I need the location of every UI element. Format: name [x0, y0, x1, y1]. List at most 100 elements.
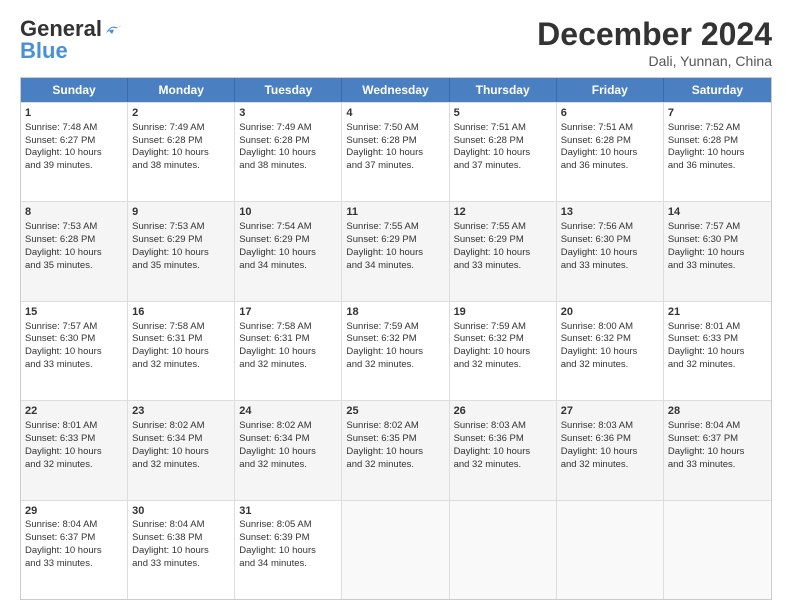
- day-info-line: and 38 minutes.: [239, 160, 337, 173]
- day-cell-2: 2Sunrise: 7:49 AMSunset: 6:28 PMDaylight…: [128, 103, 235, 201]
- day-cell-13: 13Sunrise: 7:56 AMSunset: 6:30 PMDayligh…: [557, 202, 664, 300]
- day-info-line: Sunrise: 7:52 AM: [668, 122, 767, 135]
- day-info-line: and 32 minutes.: [25, 459, 123, 472]
- day-info-line: Daylight: 10 hours: [25, 346, 123, 359]
- day-info-line: Sunset: 6:30 PM: [668, 234, 767, 247]
- day-info-line: Daylight: 10 hours: [561, 346, 659, 359]
- day-info-line: and 33 minutes.: [454, 260, 552, 273]
- day-info-line: and 35 minutes.: [132, 260, 230, 273]
- day-info-line: Daylight: 10 hours: [239, 346, 337, 359]
- header-day-wednesday: Wednesday: [342, 78, 449, 102]
- page: General Blue December 2024 Dali, Yunnan,…: [0, 0, 792, 612]
- day-info-line: Sunrise: 8:03 AM: [561, 420, 659, 433]
- day-info-line: and 32 minutes.: [346, 359, 444, 372]
- day-info-line: and 34 minutes.: [239, 260, 337, 273]
- day-info-line: Daylight: 10 hours: [561, 247, 659, 260]
- day-cell-1: 1Sunrise: 7:48 AMSunset: 6:27 PMDaylight…: [21, 103, 128, 201]
- day-number: 21: [668, 305, 767, 320]
- day-number: 14: [668, 205, 767, 220]
- day-info-line: and 32 minutes.: [239, 359, 337, 372]
- logo-bird-icon: [104, 23, 122, 37]
- header-day-sunday: Sunday: [21, 78, 128, 102]
- day-cell-31: 31Sunrise: 8:05 AMSunset: 6:39 PMDayligh…: [235, 501, 342, 599]
- day-number: 7: [668, 106, 767, 121]
- day-info-line: Sunrise: 8:04 AM: [132, 519, 230, 532]
- day-info-line: and 32 minutes.: [454, 459, 552, 472]
- day-cell-11: 11Sunrise: 7:55 AMSunset: 6:29 PMDayligh…: [342, 202, 449, 300]
- day-cell-6: 6Sunrise: 7:51 AMSunset: 6:28 PMDaylight…: [557, 103, 664, 201]
- day-cell-29: 29Sunrise: 8:04 AMSunset: 6:37 PMDayligh…: [21, 501, 128, 599]
- day-cell-23: 23Sunrise: 8:02 AMSunset: 6:34 PMDayligh…: [128, 401, 235, 499]
- day-number: 25: [346, 404, 444, 419]
- day-info-line: Daylight: 10 hours: [25, 147, 123, 160]
- day-number: 29: [25, 504, 123, 519]
- day-cell-18: 18Sunrise: 7:59 AMSunset: 6:32 PMDayligh…: [342, 302, 449, 400]
- day-info-line: and 32 minutes.: [561, 359, 659, 372]
- day-number: 5: [454, 106, 552, 121]
- day-number: 2: [132, 106, 230, 121]
- day-info-line: Sunset: 6:36 PM: [454, 433, 552, 446]
- day-info-line: Daylight: 10 hours: [346, 346, 444, 359]
- day-number: 24: [239, 404, 337, 419]
- day-info-line: Sunrise: 7:51 AM: [454, 122, 552, 135]
- day-info-line: Daylight: 10 hours: [239, 545, 337, 558]
- day-info-line: and 32 minutes.: [132, 459, 230, 472]
- calendar-title: December 2024: [537, 16, 772, 53]
- day-info-line: Daylight: 10 hours: [454, 446, 552, 459]
- title-block: December 2024 Dali, Yunnan, China: [537, 16, 772, 69]
- day-info-line: Sunset: 6:35 PM: [346, 433, 444, 446]
- day-info-line: Sunrise: 8:04 AM: [25, 519, 123, 532]
- day-info-line: Daylight: 10 hours: [668, 346, 767, 359]
- day-info-line: and 32 minutes.: [454, 359, 552, 372]
- day-info-line: Sunset: 6:31 PM: [239, 333, 337, 346]
- day-number: 20: [561, 305, 659, 320]
- day-info-line: Daylight: 10 hours: [454, 346, 552, 359]
- day-info-line: Sunrise: 7:49 AM: [132, 122, 230, 135]
- day-info-line: Daylight: 10 hours: [668, 446, 767, 459]
- day-cell-24: 24Sunrise: 8:02 AMSunset: 6:34 PMDayligh…: [235, 401, 342, 499]
- day-cell-16: 16Sunrise: 7:58 AMSunset: 6:31 PMDayligh…: [128, 302, 235, 400]
- day-info-line: Sunset: 6:36 PM: [561, 433, 659, 446]
- calendar-subtitle: Dali, Yunnan, China: [537, 53, 772, 69]
- day-cell-26: 26Sunrise: 8:03 AMSunset: 6:36 PMDayligh…: [450, 401, 557, 499]
- day-info-line: Sunrise: 7:58 AM: [239, 321, 337, 334]
- day-number: 30: [132, 504, 230, 519]
- day-info-line: Sunrise: 7:54 AM: [239, 221, 337, 234]
- day-info-line: Daylight: 10 hours: [132, 545, 230, 558]
- header-day-monday: Monday: [128, 78, 235, 102]
- day-info-line: Sunrise: 7:59 AM: [346, 321, 444, 334]
- day-info-line: and 32 minutes.: [346, 459, 444, 472]
- day-info-line: and 32 minutes.: [668, 359, 767, 372]
- day-info-line: and 33 minutes.: [132, 558, 230, 571]
- day-number: 11: [346, 205, 444, 220]
- day-info-line: Sunrise: 8:02 AM: [346, 420, 444, 433]
- day-info-line: Daylight: 10 hours: [25, 247, 123, 260]
- calendar-header-row: SundayMondayTuesdayWednesdayThursdayFrid…: [21, 78, 771, 102]
- day-info-line: and 35 minutes.: [25, 260, 123, 273]
- day-info-line: and 32 minutes.: [239, 459, 337, 472]
- day-info-line: and 36 minutes.: [561, 160, 659, 173]
- day-info-line: Daylight: 10 hours: [132, 247, 230, 260]
- day-number: 31: [239, 504, 337, 519]
- day-info-line: Sunrise: 7:55 AM: [346, 221, 444, 234]
- day-info-line: Sunset: 6:29 PM: [346, 234, 444, 247]
- day-number: 22: [25, 404, 123, 419]
- day-info-line: Daylight: 10 hours: [561, 147, 659, 160]
- empty-cell: [557, 501, 664, 599]
- day-info-line: Sunset: 6:31 PM: [132, 333, 230, 346]
- day-info-line: Daylight: 10 hours: [561, 446, 659, 459]
- day-info-line: Sunset: 6:33 PM: [25, 433, 123, 446]
- day-number: 3: [239, 106, 337, 121]
- empty-cell: [342, 501, 449, 599]
- day-info-line: and 33 minutes.: [668, 459, 767, 472]
- day-info-line: Sunset: 6:29 PM: [239, 234, 337, 247]
- day-number: 28: [668, 404, 767, 419]
- calendar-body: 1Sunrise: 7:48 AMSunset: 6:27 PMDaylight…: [21, 102, 771, 599]
- day-cell-25: 25Sunrise: 8:02 AMSunset: 6:35 PMDayligh…: [342, 401, 449, 499]
- day-info-line: Sunset: 6:39 PM: [239, 532, 337, 545]
- day-number: 6: [561, 106, 659, 121]
- day-info-line: Sunrise: 8:00 AM: [561, 321, 659, 334]
- day-info-line: Sunset: 6:30 PM: [25, 333, 123, 346]
- week-row-2: 8Sunrise: 7:53 AMSunset: 6:28 PMDaylight…: [21, 201, 771, 300]
- day-info-line: Sunset: 6:34 PM: [239, 433, 337, 446]
